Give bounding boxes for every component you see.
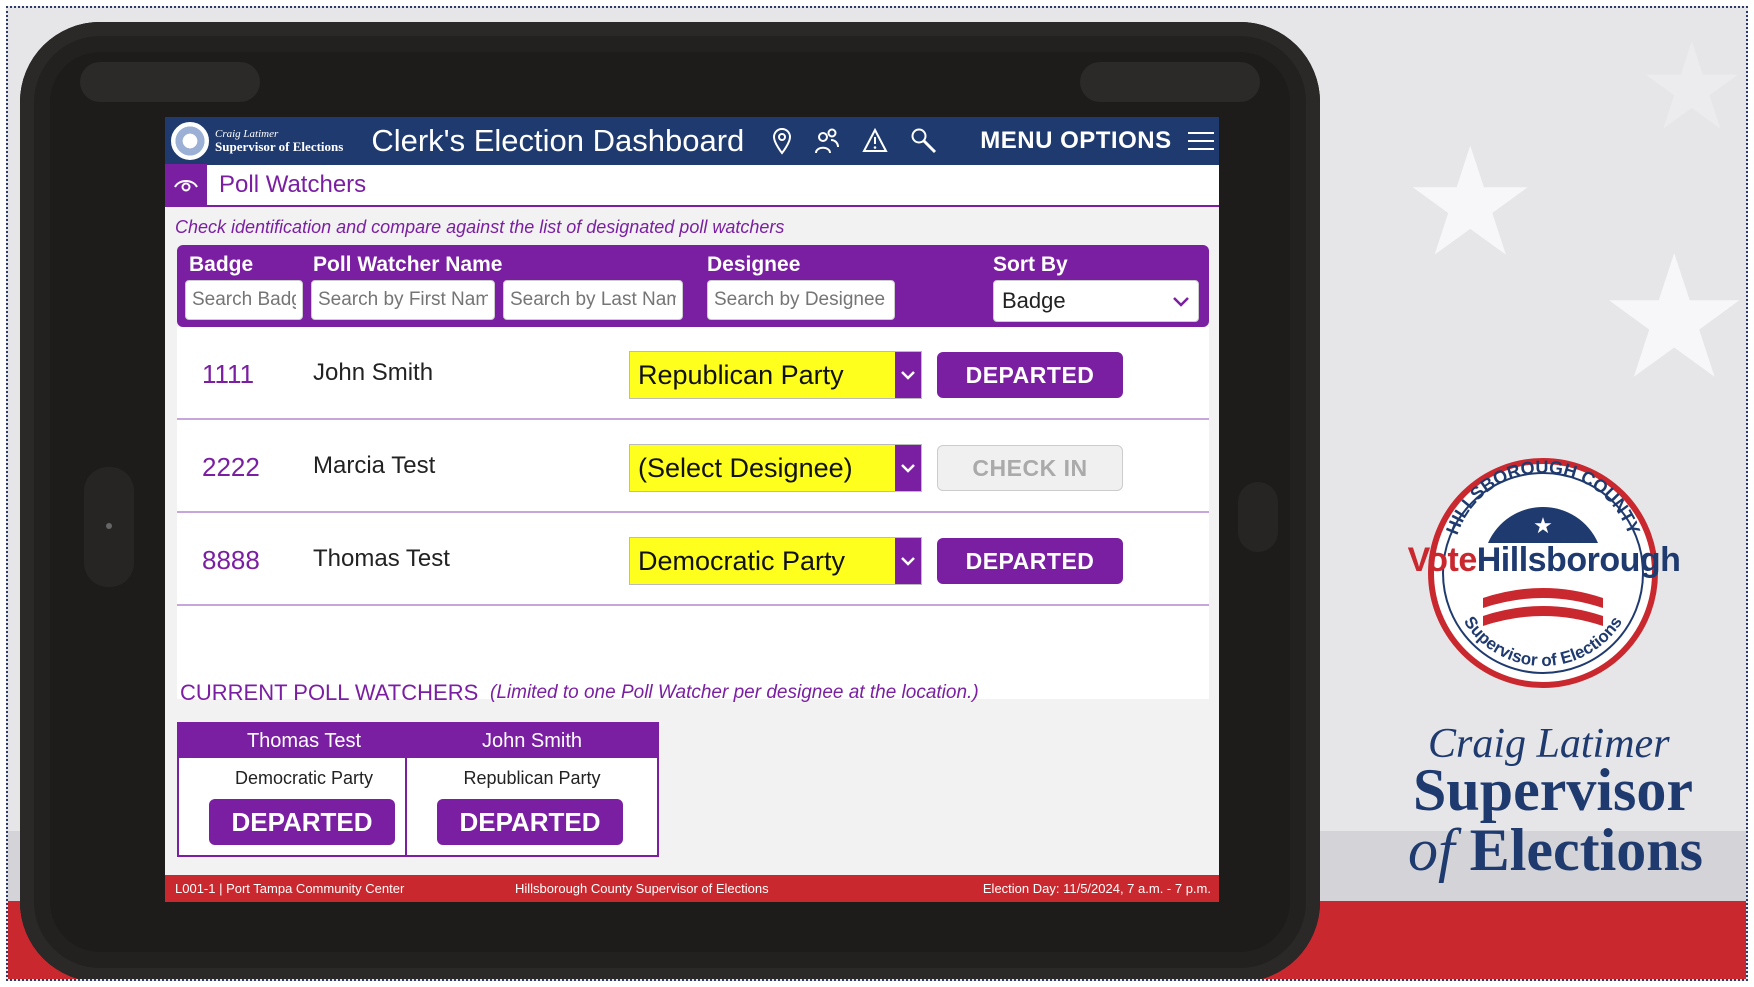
brand-logo: ★ HILLSBOROUGH COUNTY Supervisor of Elec…: [1368, 448, 1746, 948]
logo-text: Craig Latimer Supervisor of Elections: [215, 129, 344, 154]
footer-location: L001-1 | Port Tampa Community Center: [175, 881, 405, 896]
current-watcher-card: Thomas Test Democratic Party DEPARTED: [177, 722, 431, 857]
eye-icon: [165, 164, 207, 206]
footer-organization: Hillsborough County Supervisor of Electi…: [515, 881, 769, 896]
card-name: Thomas Test: [179, 724, 429, 758]
sort-label: Sort By: [993, 253, 1068, 276]
brand-supervisor: Supervisor: [1413, 757, 1694, 823]
designee-search-input[interactable]: [707, 280, 895, 320]
users-icon[interactable]: [814, 127, 840, 155]
badge-number: 1111: [202, 359, 255, 389]
designee-select[interactable]: (Select Designee): [629, 444, 922, 492]
sort-by-value: Badge: [1002, 288, 1066, 313]
departed-button[interactable]: DEPARTED: [937, 538, 1123, 584]
card-party: Republican Party: [463, 768, 601, 788]
card-departed-button[interactable]: DEPARTED: [209, 799, 395, 845]
tablet-case: Craig Latimer Supervisor of Elections Cl…: [20, 22, 1320, 979]
vote-hillsborough-wordmark: VoteHillsborough: [1396, 541, 1692, 580]
hamburger-icon[interactable]: [1187, 132, 1214, 150]
badge-search-input[interactable]: [185, 280, 303, 320]
section-bar: Poll Watchers: [165, 164, 1219, 207]
sort-by-select[interactable]: Badge: [993, 280, 1199, 322]
designee-value: Republican Party: [638, 359, 844, 390]
app-title: Clerk's Election Dashboard: [371, 123, 745, 158]
case-corner: [80, 62, 260, 102]
designee-label: Designee: [707, 253, 801, 276]
star-icon: ★: [1638, 18, 1746, 157]
designee-value: Democratic Party: [638, 545, 846, 576]
designee-select[interactable]: Republican Party: [629, 351, 922, 399]
poll-watcher-list: 1111 John Smith Republican Party DEPARTE…: [177, 327, 1209, 699]
check-in-button[interactable]: CHECK IN: [937, 445, 1123, 491]
wordmark-hillsborough: Hillsborough: [1476, 541, 1681, 579]
app-screen: Craig Latimer Supervisor of Elections Cl…: [165, 117, 1219, 902]
toolbar-icons: [772, 127, 938, 155]
name-label: Poll Watcher Name: [313, 253, 503, 276]
logo-org: Supervisor of Elections: [215, 139, 344, 154]
list-item: 2222 Marcia Test (Select Designee) CHECK…: [177, 420, 1209, 513]
footer-election-day: Election Day: 11/5/2024, 7 a.m. - 7 p.m.: [982, 881, 1211, 896]
brand-elections-word: Elections: [1469, 817, 1703, 883]
current-poll-watchers-heading: CURRENT POLL WATCHERS: [180, 680, 479, 705]
home-button: [84, 467, 134, 587]
chevron-down-icon: [895, 538, 921, 584]
badge-label: Badge: [189, 253, 254, 276]
poll-watcher-name: John Smith: [313, 359, 434, 386]
card-name: John Smith: [407, 724, 657, 758]
star-icon: ★: [1598, 219, 1748, 417]
seal-logo: [171, 122, 209, 160]
departed-button[interactable]: DEPARTED: [937, 352, 1123, 398]
menu-options-button[interactable]: MENU OPTIONS: [980, 127, 1171, 155]
warning-icon[interactable]: [862, 128, 888, 154]
last-name-search-input[interactable]: [503, 280, 683, 320]
list-item: 1111 John Smith Republican Party DEPARTE…: [177, 327, 1209, 420]
brand-of: of: [1408, 817, 1455, 883]
badge-number: 8888: [202, 545, 260, 575]
poll-watcher-name: Thomas Test: [313, 545, 450, 572]
star-icon: ★: [1533, 513, 1553, 538]
first-name-search-input[interactable]: [311, 280, 495, 320]
search-icon[interactable]: [910, 127, 938, 155]
designee-value: (Select Designee): [638, 452, 853, 483]
instructions-text: Check identification and compare against…: [175, 217, 785, 237]
star-icon: ★: [1403, 116, 1538, 290]
section-title: Poll Watchers: [219, 171, 367, 198]
card-departed-button[interactable]: DEPARTED: [437, 799, 623, 845]
poll-watcher-name: Marcia Test: [313, 452, 436, 479]
current-poll-watchers-note: (Limited to one Poll Watcher per designe…: [490, 682, 979, 703]
designee-select[interactable]: Democratic Party: [629, 537, 922, 585]
slide-frame: ★ ★ ★ Craig Latimer Supervisor of Electi…: [6, 6, 1748, 981]
status-footer: L001-1 | Port Tampa Community Center Hil…: [165, 875, 1219, 902]
chevron-down-icon: [895, 352, 921, 398]
brand-elections: of Elections: [1408, 816, 1703, 885]
card-party: Democratic Party: [234, 768, 374, 788]
wordmark-vote: Vote: [1407, 541, 1478, 579]
top-bar: Craig Latimer Supervisor of Elections Cl…: [165, 117, 1219, 165]
list-item: 8888 Thomas Test Democratic Party DEPART…: [177, 513, 1209, 606]
chevron-down-icon: [1172, 288, 1190, 314]
case-corner: [1080, 62, 1260, 102]
badge-number: 2222: [202, 452, 260, 482]
camera: [1238, 482, 1278, 552]
chevron-down-icon: [895, 445, 921, 491]
current-watcher-card: John Smith Republican Party DEPARTED: [405, 722, 659, 857]
filter-bar: Badge Poll Watcher Name Designee Sort By…: [177, 245, 1209, 327]
location-pin-icon[interactable]: [772, 127, 792, 155]
